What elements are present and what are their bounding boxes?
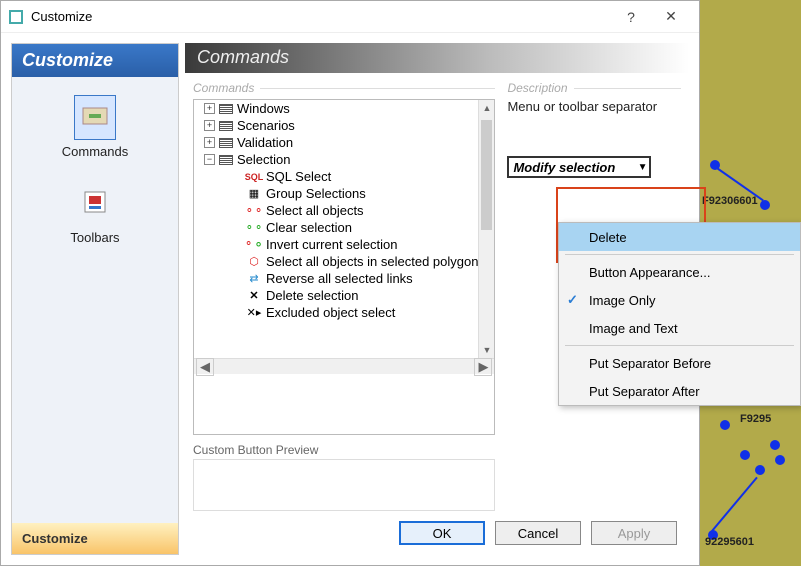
vertical-scrollbar[interactable]: ▲ ▼	[478, 100, 494, 358]
sidebar-item-commands[interactable]: Commands	[45, 89, 145, 165]
title-bar: Customize ? ✕	[1, 1, 699, 33]
ok-button[interactable]: OK	[399, 521, 485, 545]
sidebar: Customize Commands Toolbars Customize	[11, 43, 179, 555]
preview-label: Custom Button Preview	[193, 443, 495, 457]
check-icon: ✓	[567, 292, 578, 308]
map-node-label: F9295	[740, 413, 771, 425]
menu-item[interactable]: Put Separator Before	[559, 349, 800, 377]
tree-item[interactable]: ⚬⚬Select all objects	[194, 202, 478, 219]
tree-item[interactable]: ▦Group Selections	[194, 185, 478, 202]
sidebar-item-label: Commands	[51, 144, 139, 159]
tree-item[interactable]: ⚬⚬Invert current selection	[194, 236, 478, 253]
tree-folder[interactable]: −Selection	[194, 151, 478, 168]
menu-separator	[565, 345, 794, 346]
horizontal-scrollbar[interactable]: ◀▶	[194, 358, 494, 374]
commands-label: Commands	[193, 81, 495, 95]
menu-item[interactable]: Button Appearance...	[559, 258, 800, 286]
preview-box	[193, 459, 495, 511]
map-node-label: 92295601	[705, 536, 754, 548]
toolbars-icon	[74, 181, 116, 226]
menu-item[interactable]: Delete	[559, 223, 800, 251]
menu-item-label: Put Separator Before	[589, 356, 711, 371]
chevron-down-icon: ▼	[638, 162, 648, 173]
window-icon	[9, 10, 23, 24]
menu-item-label: Button Appearance...	[589, 265, 710, 280]
apply-button[interactable]: Apply	[591, 521, 677, 545]
menu-item[interactable]: Image and Text	[559, 314, 800, 342]
tree-item[interactable]: ⚬⚬Clear selection	[194, 219, 478, 236]
tree-folder[interactable]: +Scenarios	[194, 117, 478, 134]
dialog-buttons: OK Cancel Apply	[185, 511, 689, 555]
sidebar-item-toolbars[interactable]: Toolbars	[45, 175, 145, 251]
menu-item[interactable]: ✓ Image Only	[559, 286, 800, 314]
commands-column: Commands +Windows+Scenarios+Validation−S…	[193, 81, 495, 511]
cancel-button[interactable]: Cancel	[495, 521, 581, 545]
description-text: Menu or toolbar separator	[507, 99, 681, 114]
window-title: Customize	[31, 9, 611, 24]
menu-item-label: Image Only	[589, 293, 655, 308]
tree-folder[interactable]: +Validation	[194, 134, 478, 151]
map-node-label: F92306601	[702, 195, 758, 207]
context-menu: Delete Button Appearance... ✓ Image Only Ima…	[558, 222, 801, 406]
description-label: Description	[507, 81, 681, 95]
menu-item-label: Put Separator After	[589, 384, 700, 399]
sidebar-header: Customize	[12, 44, 178, 77]
menu-item-label: Image and Text	[589, 321, 678, 336]
menu-separator	[565, 254, 794, 255]
close-button[interactable]: ✕	[651, 3, 691, 31]
help-button[interactable]: ?	[611, 3, 651, 31]
commands-icon	[74, 95, 116, 140]
tree-folder[interactable]: +Windows	[194, 100, 478, 117]
commands-tree[interactable]: +Windows+Scenarios+Validation−SelectionS…	[193, 99, 495, 435]
tree-item[interactable]: SQLSQL Select	[194, 168, 478, 185]
modify-selection-dropdown[interactable]: Modify selection ▼	[507, 156, 651, 178]
sidebar-footer[interactable]: Customize	[12, 523, 178, 554]
menu-item[interactable]: Put Separator After	[559, 377, 800, 405]
dropdown-label: Modify selection	[513, 160, 615, 175]
tree-item[interactable]: ✕▸Excluded object select	[194, 304, 478, 321]
menu-item-label: Delete	[589, 230, 627, 245]
tree-item[interactable]: ⬡Select all objects in selected polygon	[194, 253, 478, 270]
tree-item[interactable]: ⇄Reverse all selected links	[194, 270, 478, 287]
sidebar-item-label: Toolbars	[51, 230, 139, 245]
tree-item[interactable]: ✕Delete selection	[194, 287, 478, 304]
main-header: Commands	[185, 43, 689, 73]
